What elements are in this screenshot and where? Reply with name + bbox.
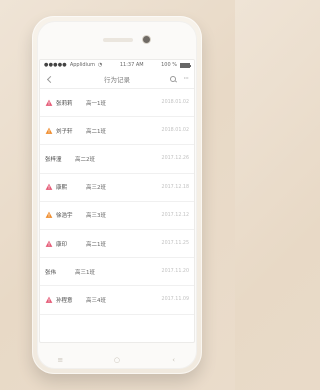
search-icon[interactable] bbox=[170, 75, 177, 83]
student-name: 张莉莉 bbox=[56, 100, 73, 107]
record-date: 2017.11.25 bbox=[161, 241, 189, 247]
record-date: 2017.12.18 bbox=[161, 184, 189, 190]
record-date: 2018.01.02 bbox=[161, 100, 189, 106]
class-name: 高二1班 bbox=[86, 128, 106, 135]
class-name: 高三4班 bbox=[86, 297, 106, 304]
record-row[interactable]: 刘子轩 高二1班 2018.01.02 bbox=[40, 117, 194, 146]
battery-label: 100 % bbox=[161, 62, 177, 68]
battery-level bbox=[180, 63, 189, 67]
record-date: 2017.12.12 bbox=[161, 212, 189, 218]
speaker-grille bbox=[103, 38, 133, 42]
record-list: 张莉莉 高一1班 2018.01.02 刘子轩 高二1班 2018.01.02 张梓潼 高二… bbox=[40, 89, 194, 342]
warning-icon bbox=[45, 183, 53, 191]
student-name: 徐浩宇 bbox=[56, 213, 73, 220]
class-name: 高一1班 bbox=[86, 100, 106, 107]
status-bar: ●●●●● Applidium ◔ 11:37 AM 100 % bbox=[40, 60, 194, 70]
back-icon[interactable] bbox=[46, 76, 53, 83]
nav-right: ··· bbox=[166, 75, 189, 83]
record-date: 2017.12.26 bbox=[161, 156, 189, 162]
record-date: 2017.11.20 bbox=[161, 269, 189, 275]
status-time: 11:37 AM bbox=[119, 62, 144, 68]
record-row[interactable]: 张莉莉 高一1班 2018.01.02 bbox=[40, 89, 194, 118]
class-name: 高二2班 bbox=[75, 156, 95, 163]
student-name: 康印 bbox=[56, 241, 68, 248]
class-name: 高三2班 bbox=[86, 185, 106, 192]
student-name: 康熙 bbox=[56, 185, 68, 192]
carrier-label: Applidium bbox=[69, 62, 95, 68]
record-row[interactable]: 徐浩宇 高三3班 2017.12.12 bbox=[40, 201, 194, 230]
home-icon[interactable]: ○ bbox=[102, 356, 132, 364]
hardware-buttons: ≡ ○ ‹ bbox=[32, 354, 202, 366]
class-name: 高三1班 bbox=[75, 269, 95, 276]
warning-icon bbox=[45, 127, 53, 135]
class-name: 高三3班 bbox=[86, 213, 106, 220]
student-name: 张梓潼 bbox=[45, 156, 62, 163]
front-camera bbox=[142, 35, 151, 44]
screen: ●●●●● Applidium ◔ 11:37 AM 100 % 行为记录 ··… bbox=[40, 60, 194, 342]
student-name: 刘子轩 bbox=[56, 128, 73, 135]
back-hardware-icon[interactable]: ‹ bbox=[159, 356, 189, 364]
warning-icon bbox=[45, 211, 53, 219]
more-icon[interactable]: ··· bbox=[183, 75, 189, 83]
navigation-bar: 行为记录 ··· bbox=[40, 70, 194, 89]
record-row[interactable]: 孙程意 高三4班 2017.11.09 bbox=[40, 286, 194, 315]
record-date: 2017.11.09 bbox=[161, 297, 189, 303]
warning-icon bbox=[45, 99, 53, 107]
record-row[interactable]: 张梓潼 高二2班 2017.12.26 bbox=[40, 145, 194, 174]
warning-icon bbox=[45, 240, 53, 248]
battery-icon bbox=[179, 62, 191, 68]
wifi-icon: ◔ bbox=[97, 62, 103, 68]
student-name: 张伟 bbox=[45, 269, 57, 276]
menu-icon[interactable]: ≡ bbox=[45, 356, 75, 364]
signal-icon: ●●●●● bbox=[44, 62, 67, 68]
nav-left bbox=[46, 76, 68, 83]
record-row[interactable]: 康熙 高三2班 2017.12.18 bbox=[40, 173, 194, 202]
student-name: 孙程意 bbox=[56, 297, 73, 304]
page-title: 行为记录 bbox=[104, 76, 130, 84]
warning-icon bbox=[45, 296, 53, 304]
class-name: 高二1班 bbox=[86, 241, 106, 248]
record-date: 2018.01.02 bbox=[161, 128, 189, 134]
phone-frame: ●●●●● Applidium ◔ 11:37 AM 100 % 行为记录 ··… bbox=[32, 16, 202, 374]
status-left: ●●●●● Applidium ◔ bbox=[44, 62, 102, 68]
record-row[interactable]: 康印 高二1班 2017.11.25 bbox=[40, 229, 194, 259]
record-row[interactable]: 张伟 高三1班 2017.11.20 bbox=[40, 258, 194, 287]
status-right: 100 % bbox=[161, 62, 191, 68]
